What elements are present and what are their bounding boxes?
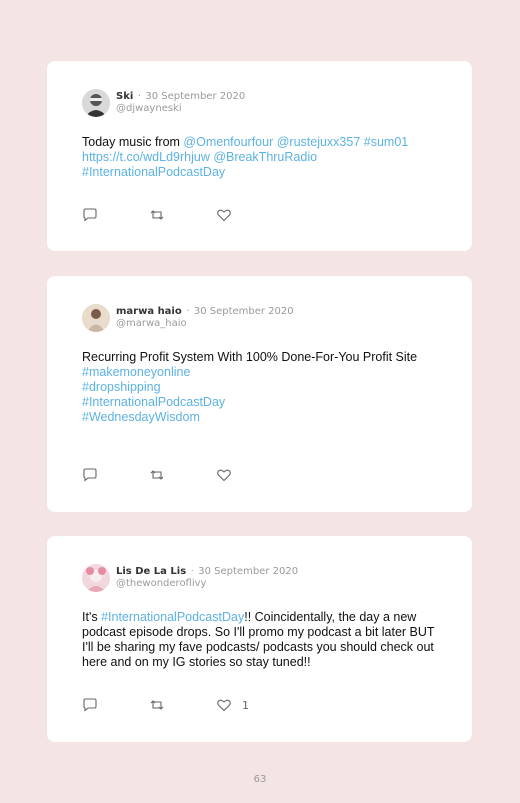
avatar[interactable]: [82, 89, 110, 117]
retweet-icon[interactable]: [149, 208, 165, 222]
hashtag-link[interactable]: #dropshipping: [82, 380, 161, 394]
text-segment: It's: [82, 610, 102, 624]
hashtag-link[interactable]: #WednesdayWisdom: [82, 410, 200, 424]
tweet-card: Lis De La Lis · 30 September 2020 @thewo…: [47, 536, 472, 742]
reply-icon[interactable]: [82, 208, 98, 222]
author-handle[interactable]: @thewonderoflivy: [116, 578, 298, 590]
tweet-text: Today music from @Omenfourfour @rustejux…: [82, 135, 442, 180]
tweet-actions: [82, 468, 242, 482]
tweet-header: Lis De La Lis · 30 September 2020 @thewo…: [82, 564, 298, 592]
avatar[interactable]: [82, 564, 110, 592]
tweet-card: Ski · 30 September 2020 @djwayneski Toda…: [47, 61, 472, 251]
url-link[interactable]: https://t.co/wdLd9rhjuw: [82, 150, 210, 164]
heart-icon[interactable]: [216, 208, 242, 222]
reply-icon[interactable]: [82, 468, 98, 482]
author-handle[interactable]: @marwa_haio: [116, 318, 294, 330]
reply-icon[interactable]: [82, 698, 98, 712]
hashtag-link[interactable]: #InternationalPodcastDay: [101, 610, 244, 624]
avatar[interactable]: [82, 304, 110, 332]
tweet-actions: [82, 208, 242, 222]
author-handle[interactable]: @djwayneski: [116, 103, 245, 115]
text-segment: Recurring Profit System With 100% Done-F…: [82, 350, 418, 364]
hashtag-link[interactable]: #InternationalPodcastDay: [82, 395, 225, 409]
tweet-date[interactable]: 30 September 2020: [198, 566, 298, 577]
hashtag-link[interactable]: #makemoneyonline: [82, 365, 190, 379]
heart-icon[interactable]: 1: [216, 698, 249, 712]
page-number: 63: [253, 774, 267, 785]
hashtag-link[interactable]: #sum01: [364, 135, 408, 149]
tweet-text: It's #InternationalPodcastDay!! Coincide…: [82, 610, 442, 670]
text-segment: Today music from: [82, 135, 184, 149]
separator-dot: ·: [186, 306, 190, 317]
mention-link[interactable]: @rustejuxx357: [277, 135, 361, 149]
tweet-header: Ski · 30 September 2020 @djwayneski: [82, 89, 245, 117]
hashtag-link[interactable]: #InternationalPodcastDay: [82, 165, 225, 179]
tweet-meta: Lis De La Lis · 30 September 2020 @thewo…: [116, 564, 298, 590]
tweet-meta: Ski · 30 September 2020 @djwayneski: [116, 89, 245, 115]
author-name[interactable]: Ski: [116, 91, 133, 102]
retweet-icon[interactable]: [149, 698, 165, 712]
tweet-card: marwa haio · 30 September 2020 @marwa_ha…: [47, 276, 472, 512]
tweet-actions: 1: [82, 698, 249, 712]
like-count: 1: [242, 698, 249, 712]
tweet-date[interactable]: 30 September 2020: [145, 91, 245, 102]
tweet-meta: marwa haio · 30 September 2020 @marwa_ha…: [116, 304, 294, 330]
tweet-text: Recurring Profit System With 100% Done-F…: [82, 350, 442, 425]
separator-dot: ·: [190, 566, 194, 577]
heart-icon[interactable]: [216, 468, 242, 482]
mention-link[interactable]: @Omenfourfour: [183, 135, 273, 149]
tweet-date[interactable]: 30 September 2020: [194, 306, 294, 317]
author-name[interactable]: Lis De La Lis: [116, 566, 186, 577]
mention-link[interactable]: @BreakThruRadio: [213, 150, 317, 164]
separator-dot: ·: [137, 91, 141, 102]
retweet-icon[interactable]: [149, 468, 165, 482]
tweet-header: marwa haio · 30 September 2020 @marwa_ha…: [82, 304, 294, 332]
author-name[interactable]: marwa haio: [116, 306, 182, 317]
